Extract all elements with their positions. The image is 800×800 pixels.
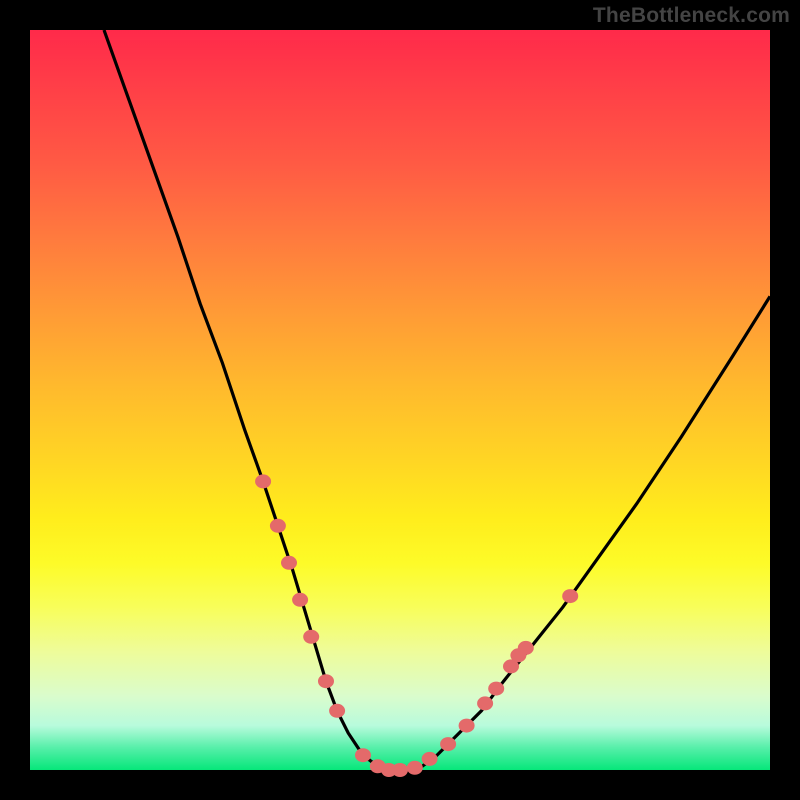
data-marker <box>562 589 578 603</box>
data-marker <box>488 682 504 696</box>
data-marker <box>303 630 319 644</box>
data-marker <box>292 593 308 607</box>
bottleneck-curve <box>104 30 770 770</box>
chart-svg <box>30 30 770 770</box>
data-marker <box>270 519 286 533</box>
data-marker <box>318 674 334 688</box>
data-marker <box>281 556 297 570</box>
attribution-label: TheBottleneck.com <box>593 4 790 28</box>
data-marker <box>407 761 423 775</box>
plot-area <box>30 30 770 770</box>
data-marker <box>440 737 456 751</box>
data-marker <box>392 763 408 777</box>
data-marker <box>255 474 271 488</box>
data-marker <box>518 641 534 655</box>
data-marker <box>329 704 345 718</box>
data-markers <box>255 474 578 777</box>
data-marker <box>459 719 475 733</box>
chart-frame: TheBottleneck.com <box>0 0 800 800</box>
data-marker <box>477 696 493 710</box>
data-marker <box>355 748 371 762</box>
data-marker <box>422 752 438 766</box>
